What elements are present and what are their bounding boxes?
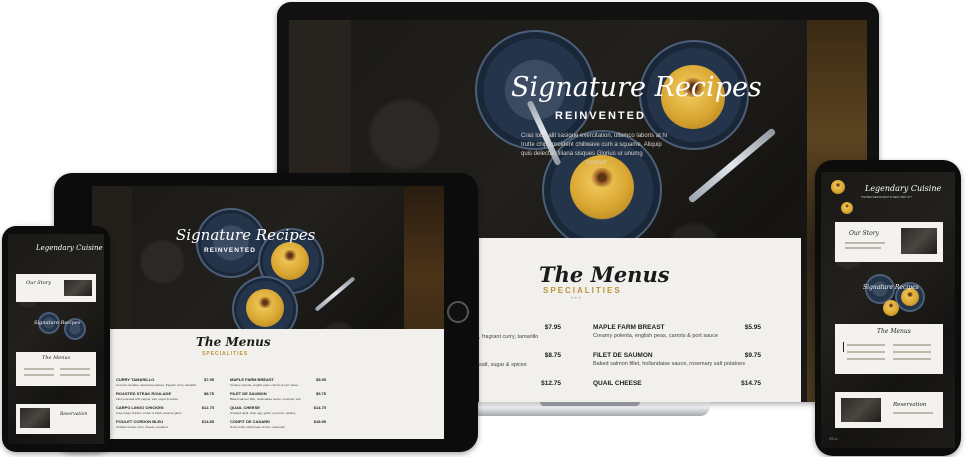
menu-item-price: $7.95 — [544, 324, 561, 331]
phone-right-device: Legendary Cuisine THE BEST RESTAURANT IN… — [815, 160, 961, 456]
menus-section: The Menus SPECIALITIES CURRY TAMARILLO $… — [92, 329, 444, 439]
reservation-card: Reservation — [835, 392, 943, 428]
menu-item-desc: salt, sugar & spices — [479, 362, 527, 368]
tablet-device: Signature Recipes REINVENTED The Menus S… — [54, 173, 478, 452]
tablet-screen: Signature Recipes REINVENTED The Menus S… — [92, 186, 444, 439]
hero-title-script: Signature Recipes — [176, 226, 316, 244]
hero-dessert — [271, 242, 309, 280]
menu-item: CURRY TAMARILLO $7.95 Coconut noodles, s… — [116, 377, 214, 387]
hero-spoon — [314, 276, 356, 312]
menu-item-price: $12.75 — [541, 380, 561, 387]
reservation-card: Reservation — [16, 404, 96, 434]
menus-card: The Menus — [16, 352, 96, 386]
menu-item: POULET CORDON BLEU $14.85 Chicken breast… — [116, 419, 214, 429]
hero-title-script: Signature Recipes — [34, 320, 81, 326]
menu-item-price: $8.75 — [544, 352, 561, 359]
menu-item: CARPO LINGO CHICKEN $12.75 Free-range ch… — [116, 405, 214, 415]
menu-item: QUAIL CHEESE $14.75 — [593, 380, 761, 387]
laptop-hinge — [540, 402, 640, 406]
brand-subtitle: THE BEST RESTAURANT IN NEW YORK CITY — [861, 196, 913, 199]
footer-logo: Blue — [829, 436, 839, 441]
story-card: Our Story — [16, 274, 96, 302]
menus-title: The Menus — [196, 335, 271, 349]
menu-item: ROASTED STEAK ROULADE $8.75 Filet pounde… — [116, 391, 214, 401]
menus-dots: • • • — [571, 296, 581, 302]
menu-item-desc: , fragrant curry, tamarillo — [479, 334, 539, 340]
brand-title: Legendary Cuisine — [36, 244, 103, 252]
menu-item: MAPLE FARM BREAST $5.95 Creamy polenta, … — [230, 377, 326, 387]
hero-title-script: Signature Recipes — [511, 72, 762, 103]
menus-section: The Menus SPECIALITIES • • • MAPLE FARM … — [479, 238, 801, 402]
menu-item: CONFIT DE CANARD $18.95 Duck confit, whi… — [230, 419, 326, 429]
phone-left-screen: Legendary Cuisine Our Story Signature Re… — [8, 234, 104, 444]
hero-title-caps: REINVENTED — [204, 247, 256, 254]
hero-dessert — [246, 289, 284, 327]
hero-title-caps: REINVENTED — [555, 110, 646, 122]
menus-subtitle: SPECIALITIES — [543, 286, 622, 295]
brand-title: Legendary Cuisine — [865, 184, 942, 193]
menus-card: The Menus — [835, 324, 943, 374]
menu-item: QUAIL CHEESE $14.75 Smoked quail, crisp … — [230, 405, 326, 415]
hero-body: Cras lobo alit sasique exercitation, ull… — [521, 133, 668, 166]
menu-item: MAPLE FARM BREAST $5.95 Creamy polenta, … — [593, 324, 761, 339]
phone-left-device: Legendary Cuisine Our Story Signature Re… — [2, 226, 110, 452]
menu-item: FILET DE SAUMON $9.75 Baked salmon fille… — [230, 391, 326, 401]
phone-right-screen: Legendary Cuisine THE BEST RESTAURANT IN… — [821, 172, 955, 448]
hero-title-script: Signature Recipes — [863, 284, 919, 291]
tablet-home-button[interactable] — [447, 301, 469, 323]
menu-item: FILET DE SAUMON $9.75 Baked salmon fille… — [593, 352, 761, 367]
menus-title: The Menus — [539, 262, 670, 287]
menus-subtitle: SPECIALITIES — [202, 351, 249, 357]
story-card: Our Story — [835, 222, 943, 262]
